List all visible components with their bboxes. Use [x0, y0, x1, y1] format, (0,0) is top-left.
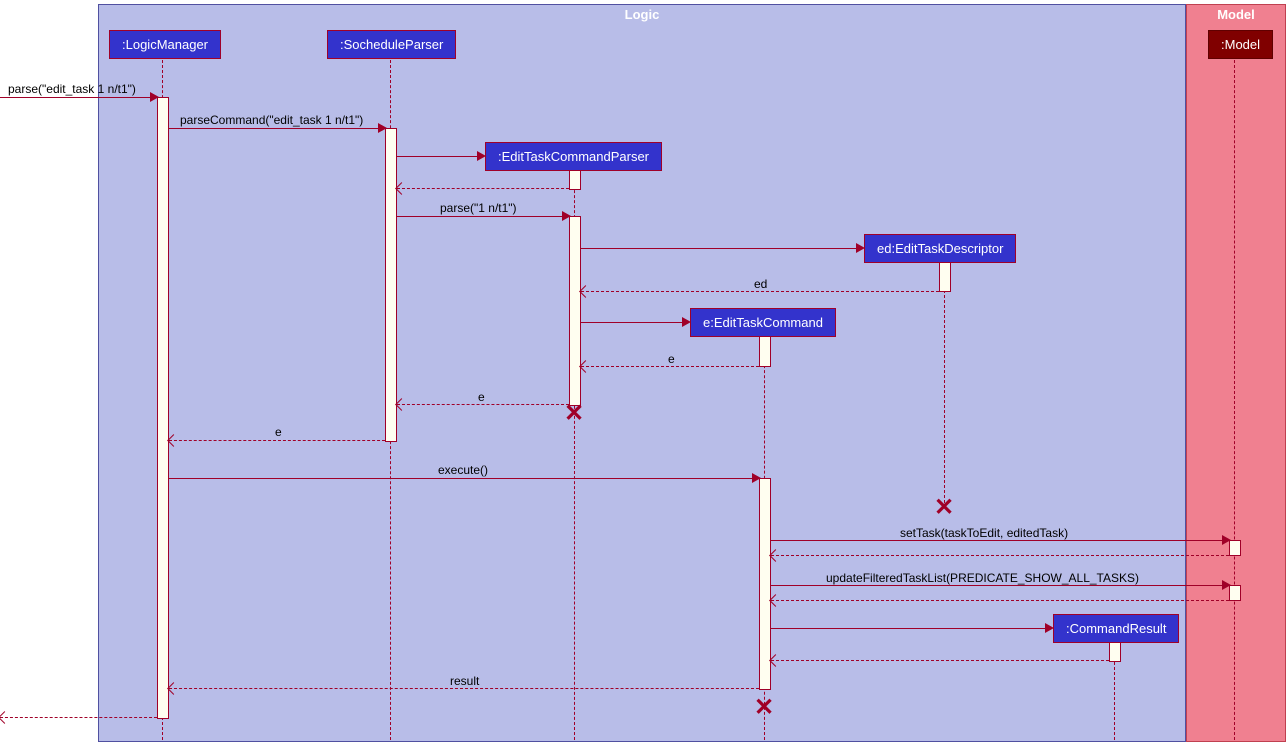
participant-model: :Model: [1208, 30, 1273, 59]
arrowhead-final-out: [0, 711, 11, 724]
arrowhead-create-cr: [1045, 623, 1054, 633]
msg-result: result: [450, 674, 479, 688]
participant-edit-task-command-parser: :EditTaskCommandParser: [485, 142, 662, 171]
label: :Model: [1221, 37, 1260, 52]
label: :EditTaskCommandParser: [498, 149, 649, 164]
logic-frame-title: Logic: [617, 5, 668, 24]
msg-e3: e: [275, 425, 282, 439]
arrow-create-etc: [581, 322, 689, 323]
arrowhead-m1: [150, 92, 159, 102]
msg-e2: e: [478, 390, 485, 404]
label: e:EditTaskCommand: [703, 315, 823, 330]
arrow-m10-ret: [771, 600, 1229, 601]
model-frame: Model: [1186, 4, 1286, 742]
model-frame-title: Model: [1209, 5, 1263, 24]
arrowhead-m2: [378, 123, 387, 133]
label: :CommandResult: [1066, 621, 1166, 636]
label: :SocheduleParser: [340, 37, 443, 52]
arrowhead-m9: [1222, 535, 1231, 545]
activation-sochedule-parser: [385, 128, 397, 442]
arrow-return-cr: [771, 660, 1109, 661]
destroy-etd: ✕: [934, 498, 954, 518]
arrow-m2: [169, 128, 385, 129]
destroy-etc: ✕: [754, 698, 774, 718]
activation-etc-1: [759, 335, 771, 367]
label: :LogicManager: [122, 37, 208, 52]
activation-etc-2: [759, 478, 771, 690]
activation-etd: [939, 260, 951, 292]
arrow-m7: [169, 440, 385, 441]
arrow-m1: [0, 97, 157, 98]
arrow-m9: [771, 540, 1229, 541]
arrowhead-create-etcp: [477, 151, 486, 161]
msg-e1: e: [668, 352, 675, 366]
arrowhead-m3: [562, 211, 571, 221]
label: ed:EditTaskDescriptor: [877, 241, 1003, 256]
msg-parse-command: parseCommand("edit_task 1 n/t1"): [180, 113, 363, 127]
participant-edit-task-command: e:EditTaskCommand: [690, 308, 836, 337]
msg-ed: ed: [754, 277, 767, 291]
msg-update-filtered: updateFilteredTaskList(PREDICATE_SHOW_AL…: [826, 571, 1139, 585]
activation-logic-manager: [157, 97, 169, 719]
msg-parse-inner: parse("1 n/t1"): [440, 201, 517, 215]
arrowhead-create-etc: [682, 317, 691, 327]
arrow-return-etcp: [397, 188, 569, 189]
participant-command-result: :CommandResult: [1053, 614, 1179, 643]
arrowhead-m8: [752, 473, 761, 483]
arrow-m3: [397, 216, 569, 217]
destroy-etcp: ✕: [564, 404, 584, 424]
arrow-m10: [771, 585, 1229, 586]
arrowhead-create-etd: [856, 243, 865, 253]
arrow-final-out: [0, 717, 157, 718]
activation-etcp-2: [569, 216, 581, 406]
arrow-m6: [397, 404, 569, 405]
arrowhead-m10: [1222, 580, 1231, 590]
msg-execute: execute(): [438, 463, 488, 477]
arrow-m5: [581, 366, 759, 367]
arrow-m9-ret: [771, 555, 1229, 556]
msg-parse-in: parse("edit_task 1 n/t1"): [8, 82, 136, 96]
activation-cr: [1109, 642, 1121, 662]
arrow-m11: [169, 688, 759, 689]
arrow-create-etd: [581, 248, 863, 249]
msg-set-task: setTask(taskToEdit, editedTask): [900, 526, 1068, 540]
lifeline-edit-task-descriptor: [944, 260, 945, 508]
arrow-m8: [169, 478, 759, 479]
participant-sochedule-parser: :SocheduleParser: [327, 30, 456, 59]
lifeline-model: [1234, 60, 1235, 740]
participant-logic-manager: :LogicManager: [109, 30, 221, 59]
activation-etcp-1: [569, 170, 581, 190]
arrow-m4: [581, 291, 939, 292]
participant-edit-task-descriptor: ed:EditTaskDescriptor: [864, 234, 1016, 263]
arrow-create-etcp: [397, 156, 484, 157]
arrow-create-cr: [771, 628, 1052, 629]
